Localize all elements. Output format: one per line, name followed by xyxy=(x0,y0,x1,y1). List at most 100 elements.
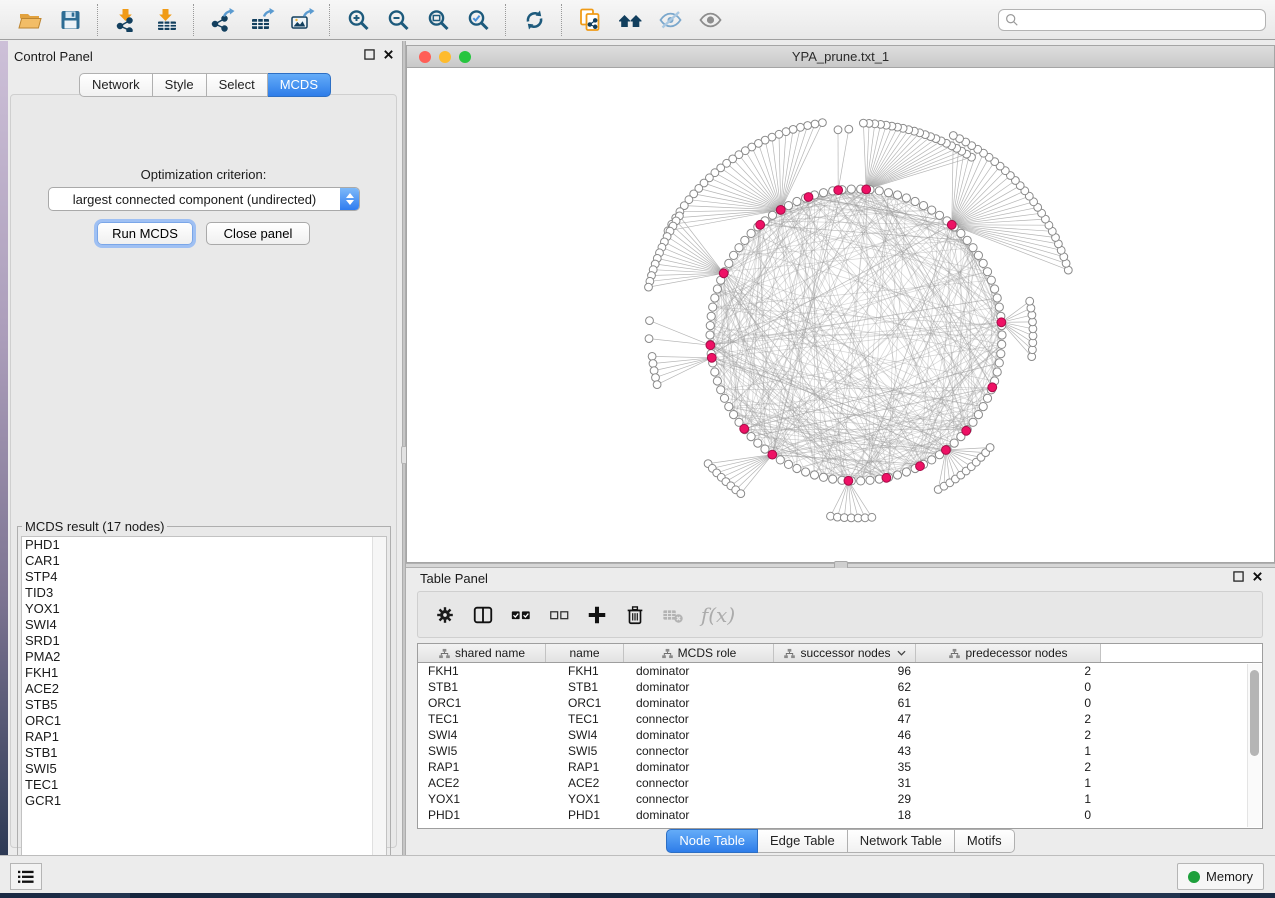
table-cell: 46 xyxy=(774,728,916,742)
table-cell: TEC1 xyxy=(546,712,624,726)
zoom-selected-icon[interactable] xyxy=(462,5,494,35)
main-toolbar xyxy=(0,0,1275,40)
close-panel-button[interactable]: Close panel xyxy=(206,222,310,245)
mcds-result-item[interactable]: PMA2 xyxy=(22,649,386,665)
deselect-all-rows-icon[interactable] xyxy=(546,602,572,628)
mcds-result-item[interactable]: SWI5 xyxy=(22,761,386,777)
mcds-result-item[interactable]: PHD1 xyxy=(22,537,386,553)
tab-select[interactable]: Select xyxy=(207,73,268,97)
search-icon xyxy=(1005,13,1019,27)
table-row[interactable]: FKH1FKH1dominator962 xyxy=(418,663,1262,679)
result-list-scrollbar[interactable] xyxy=(372,537,386,888)
zoom-out-icon[interactable] xyxy=(382,5,414,35)
criterion-dropdown[interactable]: largest connected component (undirected) xyxy=(48,187,360,211)
panel-menu-button[interactable] xyxy=(10,863,42,890)
mcds-result-item[interactable]: STB5 xyxy=(22,697,386,713)
table-row[interactable]: ACE2ACE2connector311 xyxy=(418,775,1262,791)
close-panel-icon[interactable] xyxy=(383,49,394,60)
dropdown-stepper-icon xyxy=(340,188,359,210)
mcds-result-item[interactable]: STP4 xyxy=(22,569,386,585)
mcds-result-item[interactable]: SWI4 xyxy=(22,617,386,633)
table-cell: 29 xyxy=(774,792,916,806)
table-row[interactable]: TEC1TEC1connector472 xyxy=(418,711,1262,727)
import-network-icon[interactable] xyxy=(110,5,142,35)
table-scrollbar[interactable] xyxy=(1247,664,1261,827)
mcds-result-list: PHD1CAR1STP4TID3YOX1SWI4SRD1PMA2FKH1ACE2… xyxy=(21,536,387,889)
tab-motifs[interactable]: Motifs xyxy=(955,829,1015,853)
float-panel-icon[interactable] xyxy=(364,49,375,60)
table-cell: connector xyxy=(624,776,774,790)
mcds-result-item[interactable]: RAP1 xyxy=(22,729,386,745)
table-options-gear-icon[interactable] xyxy=(432,602,458,628)
zoom-fit-icon[interactable] xyxy=(422,5,454,35)
memory-label: Memory xyxy=(1206,869,1253,884)
export-table-icon[interactable] xyxy=(246,5,278,35)
open-file-icon[interactable] xyxy=(14,5,46,35)
table-scrollbar-thumb[interactable] xyxy=(1250,670,1259,756)
table-cell: 47 xyxy=(774,712,916,726)
toolbar-separator xyxy=(329,4,331,36)
table-row[interactable]: YOX1YOX1connector291 xyxy=(418,791,1262,807)
export-image-icon[interactable] xyxy=(286,5,318,35)
mcds-result-item[interactable]: GCR1 xyxy=(22,793,386,809)
table-row[interactable]: SWI4SWI4dominator462 xyxy=(418,727,1262,743)
mcds-result-item[interactable]: TEC1 xyxy=(22,777,386,793)
delete-column-icon[interactable] xyxy=(622,602,648,628)
column-header-name[interactable]: name xyxy=(546,644,624,662)
column-header-predecessor-nodes[interactable]: predecessor nodes xyxy=(916,644,1101,662)
import-table-icon[interactable] xyxy=(150,5,182,35)
column-header-shared-name[interactable]: shared name xyxy=(418,644,546,662)
mcds-result-item[interactable]: TID3 xyxy=(22,585,386,601)
add-column-icon[interactable] xyxy=(584,602,610,628)
mcds-result-item[interactable]: YOX1 xyxy=(22,601,386,617)
table-cell: 31 xyxy=(774,776,916,790)
column-browser-icon[interactable] xyxy=(470,602,496,628)
mcds-result-item[interactable]: STB1 xyxy=(22,745,386,761)
column-header-successor-nodes[interactable]: successor nodes xyxy=(774,644,916,662)
column-header-mcds-role[interactable]: MCDS role xyxy=(624,644,774,662)
save-session-icon[interactable] xyxy=(54,5,86,35)
mcds-result-item[interactable]: ORC1 xyxy=(22,713,386,729)
table-cell: FKH1 xyxy=(546,664,624,678)
table-cell: 2 xyxy=(916,760,1101,774)
memory-button[interactable]: Memory xyxy=(1177,863,1264,890)
mcds-result-item[interactable]: ACE2 xyxy=(22,681,386,697)
mcds-result-item[interactable]: CAR1 xyxy=(22,553,386,569)
table-cell: 1 xyxy=(916,744,1101,758)
table-cell: SWI4 xyxy=(418,728,546,742)
zoom-in-icon[interactable] xyxy=(342,5,374,35)
mcds-result-item[interactable]: FKH1 xyxy=(22,665,386,681)
network-from-selection-icon[interactable] xyxy=(574,5,606,35)
refresh-layout-icon[interactable] xyxy=(518,5,550,35)
search-input[interactable] xyxy=(1019,10,1265,30)
network-graph[interactable] xyxy=(407,68,1274,562)
table-row[interactable]: STB1STB1dominator620 xyxy=(418,679,1262,695)
hide-selected-icon[interactable] xyxy=(654,5,686,35)
tab-network[interactable]: Network xyxy=(79,73,153,97)
tab-node-table[interactable]: Node Table xyxy=(666,829,758,853)
show-all-icon[interactable] xyxy=(694,5,726,35)
table-cell: ORC1 xyxy=(546,696,624,710)
run-mcds-button[interactable]: Run MCDS xyxy=(97,222,193,245)
export-network-icon[interactable] xyxy=(206,5,238,35)
table-panel-title: Table Panel xyxy=(420,571,488,586)
table-panel: Table Panel f(x) shared namenameMCDS rol… xyxy=(406,568,1275,855)
network-titlebar[interactable]: YPA_prune.txt_1 xyxy=(407,46,1274,68)
close-table-panel-icon[interactable] xyxy=(1252,571,1263,582)
table-cell: connector xyxy=(624,712,774,726)
tab-edge-table[interactable]: Edge Table xyxy=(758,829,848,853)
table-row[interactable]: ORC1ORC1dominator610 xyxy=(418,695,1262,711)
tab-style[interactable]: Style xyxy=(153,73,207,97)
control-panel-tabs: NetworkStyleSelectMCDS xyxy=(8,73,402,97)
table-cell: RAP1 xyxy=(418,760,546,774)
table-row[interactable]: SWI5SWI5connector431 xyxy=(418,743,1262,759)
select-all-rows-icon[interactable] xyxy=(508,602,534,628)
float-table-panel-icon[interactable] xyxy=(1233,571,1244,582)
tab-network-table[interactable]: Network Table xyxy=(848,829,955,853)
search-box xyxy=(998,9,1266,31)
mcds-result-item[interactable]: SRD1 xyxy=(22,633,386,649)
table-row[interactable]: PHD1PHD1dominator180 xyxy=(418,807,1262,823)
tab-mcds[interactable]: MCDS xyxy=(268,73,331,97)
first-neighbors-icon[interactable] xyxy=(614,5,646,35)
table-row[interactable]: RAP1RAP1dominator352 xyxy=(418,759,1262,775)
